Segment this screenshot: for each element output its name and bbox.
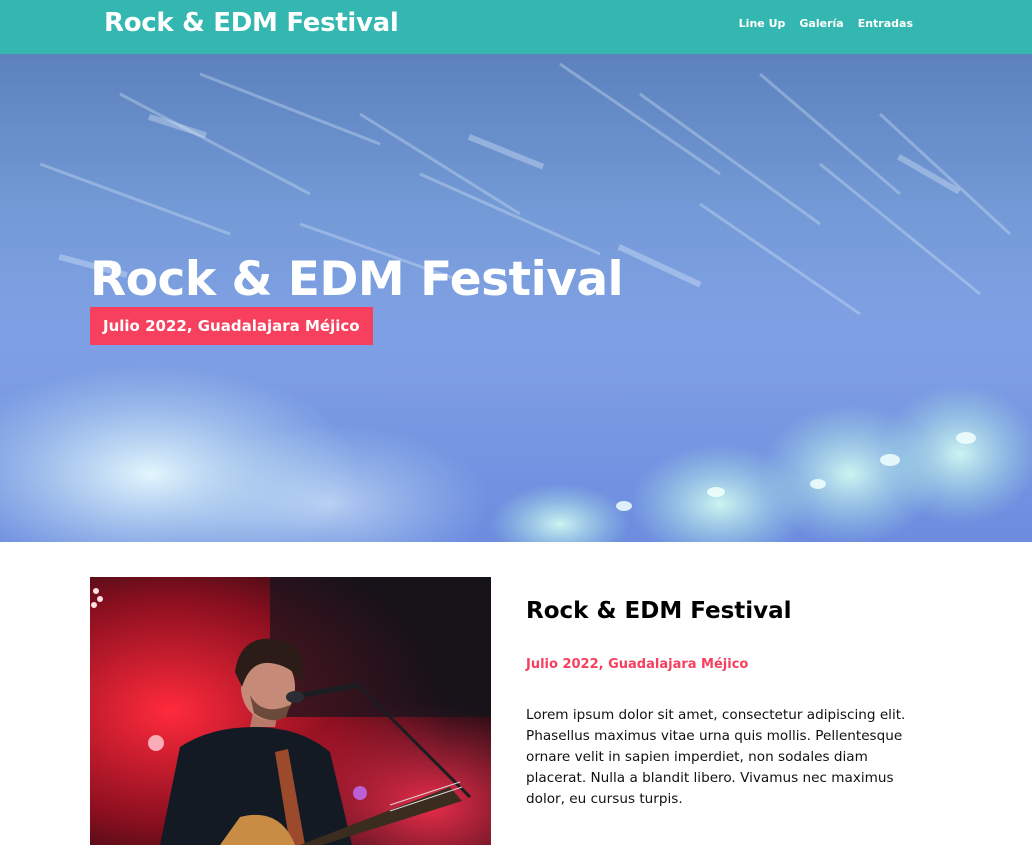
nav-link-entradas[interactable]: Entradas [858, 17, 913, 30]
nav-links: Line Up Galería Entradas [739, 17, 913, 30]
hero-title: Rock & EDM Festival [90, 252, 624, 307]
nav-link-galeria[interactable]: Galería [799, 17, 843, 30]
brand-logo-link[interactable]: Rock & EDM Festival [104, 8, 399, 38]
nav-link-lineup[interactable]: Line Up [739, 17, 786, 30]
guitarist-image [90, 577, 491, 845]
about-title: Rock & EDM Festival [526, 598, 792, 624]
hero-section: Rock & EDM Festival Julio 2022, Guadalaj… [0, 54, 1032, 542]
navbar: Rock & EDM Festival Line Up Galería Entr… [0, 0, 1032, 54]
about-date: Julio 2022, Guadalajara Méjico [526, 657, 749, 672]
guitarist-photo [90, 577, 491, 845]
hero-date-badge: Julio 2022, Guadalajara Méjico [90, 307, 373, 345]
about-description: Lorem ipsum dolor sit amet, consectetur … [526, 707, 906, 807]
